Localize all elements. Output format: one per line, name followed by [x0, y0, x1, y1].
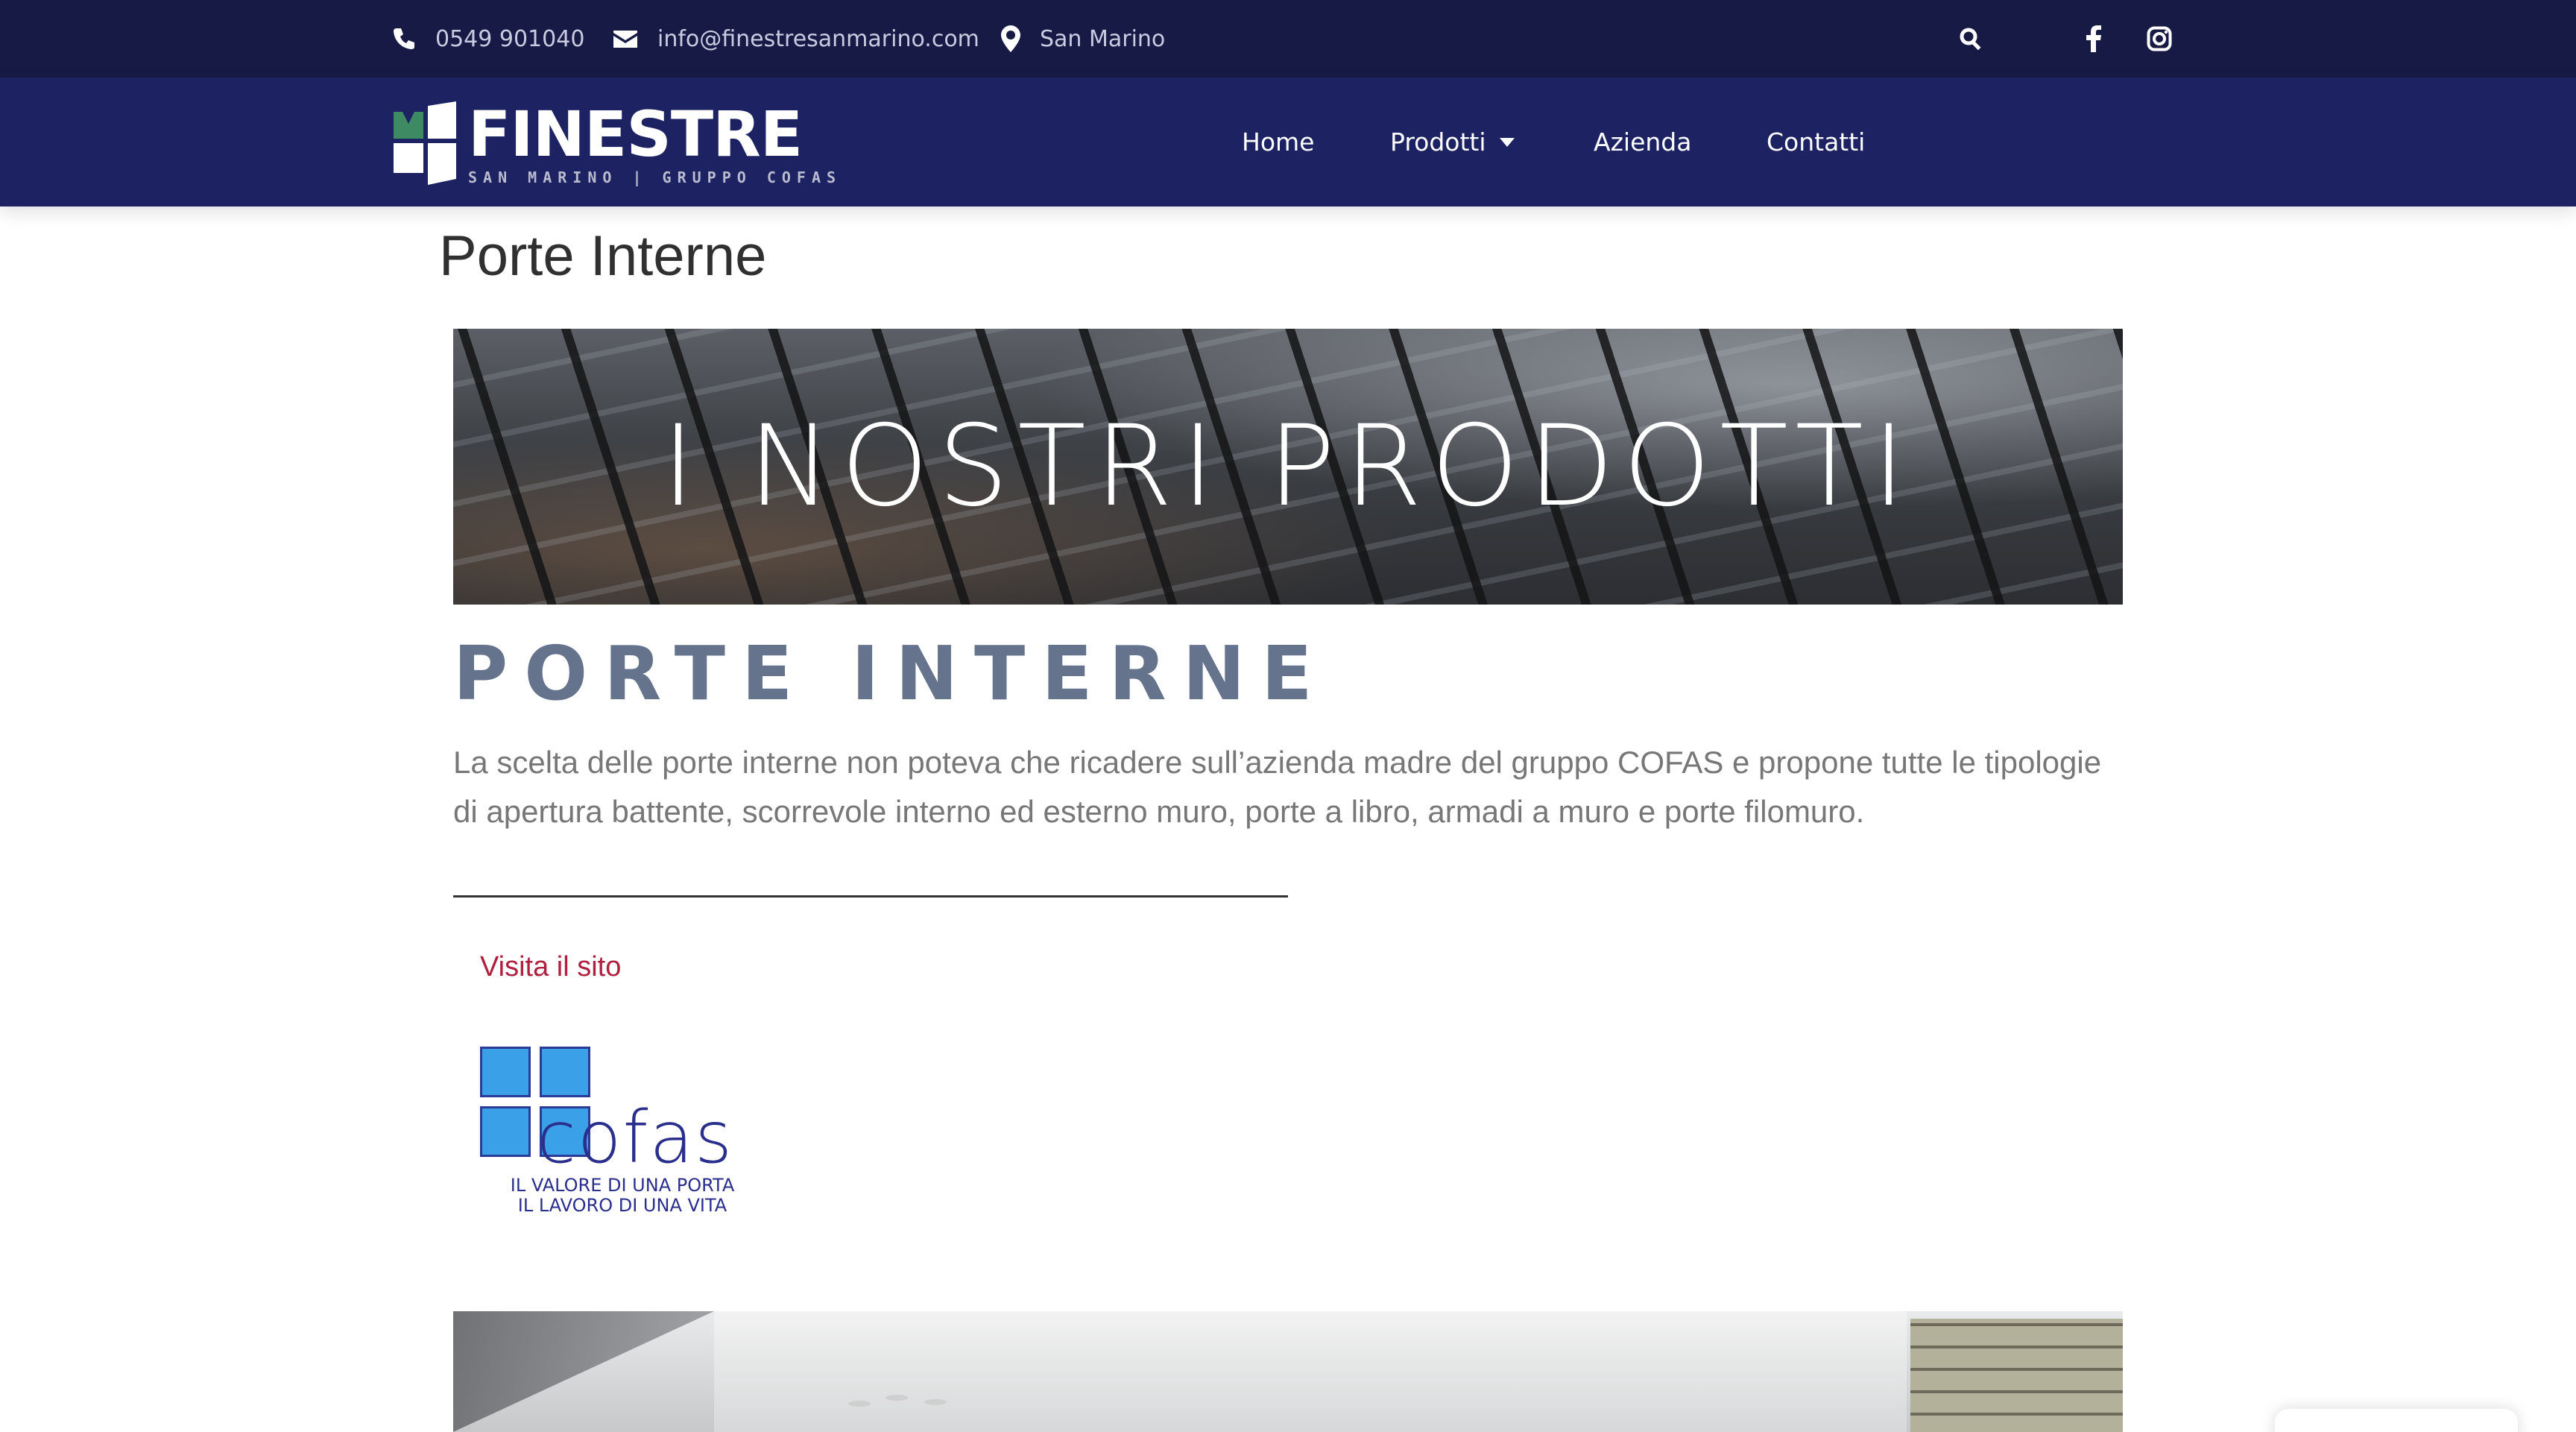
- instagram-link[interactable]: [2147, 0, 2172, 78]
- phone-number[interactable]: 0549 901040: [435, 26, 584, 52]
- page-title: Porte Interne: [439, 224, 767, 288]
- logo-wordmark: FINESTRE: [468, 98, 803, 171]
- nav-home[interactable]: Home: [1242, 78, 1314, 206]
- divider: [453, 895, 1288, 898]
- brick-wall: [1910, 1319, 2123, 1432]
- map-marker-icon: [1001, 25, 1020, 52]
- visit-site-link[interactable]: Visita il sito: [480, 951, 621, 983]
- cofas-tagline-1: IL VALORE DI UNA PORTA: [510, 1175, 735, 1196]
- nav-contatti[interactable]: Contatti: [1767, 78, 1865, 206]
- location-contact: San Marino: [1001, 0, 1165, 78]
- facebook-link[interactable]: [2086, 0, 2102, 78]
- logo-square: [480, 1106, 531, 1157]
- hero-title: I NOSTRI PRODOTTI: [661, 402, 1915, 532]
- section-description: La scelta delle porte interne non poteva…: [453, 745, 2102, 829]
- cofas-wordmark: cofas: [537, 1096, 734, 1179]
- location-text: San Marino: [1040, 25, 1166, 52]
- cofas-logo[interactable]: cofas IL VALORE DI UNA PORTA IL LAVORO D…: [477, 1044, 768, 1223]
- caret-down-icon: [1499, 137, 1515, 147]
- search-icon: [1960, 28, 1981, 51]
- envelope-icon: [613, 31, 637, 48]
- phone-icon: [394, 28, 414, 49]
- nav-prodotti-label: Prodotti: [1390, 127, 1486, 157]
- phone-contact[interactable]: 0549 901040: [392, 0, 584, 78]
- site-logo[interactable]: FINESTRE SAN MARINO | GRUPPO COFAS: [394, 98, 836, 188]
- logo-square: [540, 1047, 590, 1097]
- ceiling-area: [714, 1311, 1907, 1432]
- facebook-icon: [2086, 25, 2101, 52]
- email-address[interactable]: info@finestresanmarino.com: [657, 26, 979, 52]
- nav-prodotti[interactable]: Prodotti: [1390, 78, 1515, 206]
- ceiling-lamp: [924, 1399, 947, 1405]
- top-info-bar: 0549 901040 info@finestresanmarino.com S…: [0, 0, 2576, 78]
- ceiling-lamp: [886, 1395, 908, 1401]
- section-title: PORTE INTERNE: [453, 630, 1329, 717]
- logo-subtitle: SAN MARINO | GRUPPO COFAS: [468, 168, 842, 186]
- wall-shadow: [453, 1311, 714, 1432]
- main-navbar: FINESTRE SAN MARINO | GRUPPO COFAS Home …: [0, 78, 2576, 206]
- logo-square: [480, 1047, 531, 1097]
- chat-widget[interactable]: [2275, 1409, 2518, 1432]
- interior-door-image: [453, 1311, 2123, 1432]
- cofas-tagline-2: IL LAVORO DI UNA VITA: [517, 1195, 727, 1216]
- window-logo-icon: [394, 101, 456, 185]
- nav-azienda[interactable]: Azienda: [1594, 78, 1691, 206]
- email-contact[interactable]: info@finestresanmarino.com: [613, 0, 979, 78]
- search-button[interactable]: [1959, 0, 1983, 78]
- instagram-icon: [2147, 26, 2172, 51]
- ceiling-lamp: [848, 1401, 871, 1407]
- hero-banner: I NOSTRI PRODOTTI: [453, 329, 2123, 605]
